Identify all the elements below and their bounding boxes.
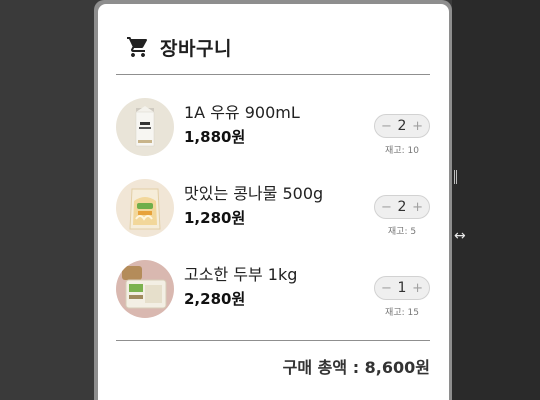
increment-button[interactable]: + [412,120,423,133]
quantity-stepper: − 2 + [374,195,430,219]
quantity-value: 2 [397,118,407,134]
adjacent-dark-pane [452,0,540,400]
quantity-value: 1 [397,280,407,296]
pane-splitter-handle[interactable] [454,170,458,184]
stock-label: 재고: 5 [387,227,417,237]
header-divider [116,74,430,75]
quantity-value: 2 [397,199,407,215]
item-name: 1A 우유 900mL [184,103,300,122]
cart-item: 고소한 두부 1kg 2,280원 − 1 + 재고: 15 [116,260,430,322]
increment-button[interactable]: + [412,201,423,214]
item-name: 맛있는 콩나물 500g [184,184,324,203]
purchase-total: 구매 총액 : 8,600원 [282,358,430,377]
quantity-stepper: − 1 + [374,276,430,300]
item-price: 1,880원 [184,128,246,146]
item-name: 고소한 두부 1kg [184,265,298,284]
page-title: 장바구니 [160,37,232,60]
decrement-button[interactable]: − [381,282,392,295]
shopping-cart-icon [127,37,148,57]
milk-carton-thumbnail [116,98,174,156]
cart-header: 장바구니 [126,32,232,62]
cart-item: 맛있는 콩나물 500g 1,280원 − 2 + 재고: 5 [116,179,430,241]
stock-label: 재고: 10 [385,146,419,156]
total-divider [116,340,430,341]
bean-sprouts-thumbnail [116,179,174,237]
decrement-button[interactable]: − [381,201,392,214]
quantity-stepper: − 2 + [374,114,430,138]
increment-button[interactable]: + [412,282,423,295]
decrement-button[interactable]: − [381,120,392,133]
item-price: 2,280원 [184,290,246,308]
cart-item: 1A 우유 900mL 1,880원 − 2 + 재고: 10 [116,98,430,160]
item-price: 1,280원 [184,209,246,227]
resize-cursor-icon: ↔ [454,228,466,244]
cart-panel: 장바구니 1A 우유 900mL 1,880원 − 2 + 재고: 10 맛있는… [98,4,449,400]
tofu-box-thumbnail [116,260,174,318]
stock-label: 재고: 15 [385,308,419,318]
